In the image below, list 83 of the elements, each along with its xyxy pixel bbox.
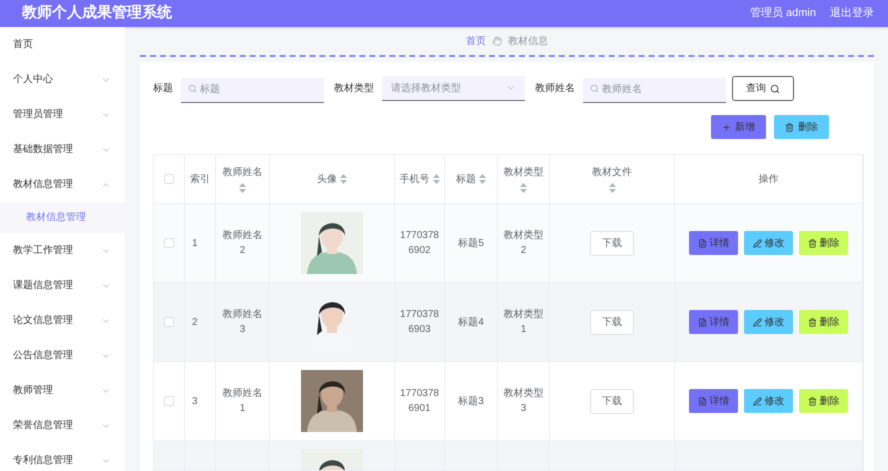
sort-icon[interactable] [340, 174, 347, 184]
edit-button[interactable]: 修改 [744, 231, 793, 255]
menu-item[interactable]: 公告信息管理 [0, 338, 125, 373]
select-all-checkbox[interactable] [164, 174, 174, 184]
pen-icon [752, 238, 762, 248]
user-name: 管理员 admin [750, 6, 816, 22]
type-cell-text: 教材类型2 [502, 228, 544, 258]
query-button[interactable]: 查询 [732, 76, 794, 101]
phone-number: 17703786901 [399, 387, 440, 416]
trash-icon [808, 238, 816, 248]
search-icon [188, 84, 197, 93]
phone-number: 17703786902 [399, 229, 440, 258]
type-cell-text: 教材类型1 [502, 308, 544, 337]
document-icon [698, 396, 706, 406]
title-cell-text: 标题4 [458, 316, 484, 330]
download-button[interactable]: 下载 [590, 388, 634, 414]
menu-item[interactable]: 专利信息管理 [0, 443, 125, 471]
filter-label: 教材类型 [334, 82, 374, 96]
column-header: 操作 [758, 172, 778, 186]
trash-icon [808, 318, 816, 326]
sort-icon[interactable] [520, 183, 527, 193]
column-header: 教材文件 [592, 166, 632, 180]
trash-icon [808, 396, 816, 406]
row-checkbox[interactable] [164, 396, 174, 406]
sort-icon[interactable] [608, 183, 616, 193]
teacher-name: 教师姓名3 [222, 308, 264, 337]
menu-item[interactable]: 教师管理 [0, 373, 125, 408]
row-checkbox[interactable] [164, 238, 174, 248]
breadcrumb-link[interactable]: 首页 [466, 34, 486, 48]
menu-item[interactable]: 教材信息管理 [0, 167, 125, 202]
filter-label: 标题 [153, 82, 173, 96]
column-header: 头像 [317, 172, 337, 186]
edit-button[interactable]: 修改 [744, 310, 793, 334]
pen-icon [752, 318, 762, 326]
pen-icon [752, 396, 762, 406]
submenu-item[interactable]: 教材信息管理 [0, 202, 125, 233]
search-field[interactable]: 教师姓名 [583, 78, 726, 102]
search-field[interactable]: 标题 [181, 78, 324, 102]
column-header: 标题 [456, 172, 476, 186]
menu-item[interactable]: 荣誉信息管理 [0, 408, 125, 443]
title-cell-text: 标题5 [458, 236, 484, 250]
column-header: 教师姓名 [222, 166, 262, 180]
app-title: 教师个人成果管理系统 [22, 3, 172, 24]
menu-item[interactable]: 论文信息管理 [0, 303, 125, 338]
phone-number: 17703786903 [399, 308, 440, 337]
breadcrumb-current: 教材信息 [508, 34, 548, 48]
delete-button[interactable]: 删除 [799, 389, 848, 413]
add-button[interactable]: 新增 [711, 115, 766, 139]
index-cell-text: 3 [192, 394, 198, 408]
type-cell-text: 教材类型3 [502, 386, 544, 416]
teacher-name: 教师姓名1 [222, 387, 264, 416]
search-icon [590, 84, 599, 93]
title-cell-text: 标题3 [458, 394, 484, 408]
menu-item[interactable]: 课题信息管理 [0, 268, 125, 303]
column-header: 索引 [190, 172, 210, 186]
menu-item[interactable]: 个人中心 [0, 62, 125, 97]
plus-icon [722, 122, 731, 132]
index-cell-text: 1 [192, 236, 198, 250]
delete-button[interactable]: 删除 [774, 115, 829, 139]
menu-item[interactable]: 管理员管理 [0, 97, 125, 132]
logout-link[interactable]: 退出登录 [830, 5, 874, 22]
search-icon [770, 84, 780, 94]
menu-item[interactable]: 基础数据管理 [0, 132, 125, 167]
sort-icon[interactable] [479, 174, 486, 184]
index-cell-text: 2 [192, 316, 198, 330]
download-button[interactable]: 下载 [590, 230, 634, 256]
trash-icon [785, 122, 794, 132]
column-header: 教材类型 [504, 166, 544, 180]
menu-item[interactable]: 教学工作管理 [0, 233, 125, 268]
menu-item[interactable]: 首页 [0, 27, 125, 62]
teacher-name: 教师姓名2 [222, 229, 264, 258]
edit-button[interactable]: 修改 [744, 389, 793, 413]
sort-icon[interactable] [239, 183, 246, 193]
row-checkbox[interactable] [164, 317, 174, 327]
delete-button[interactable]: 删除 [799, 231, 848, 255]
filter-label: 教师姓名 [535, 82, 575, 96]
document-icon [698, 318, 706, 326]
sort-icon[interactable] [432, 174, 440, 184]
column-header: 手机号 [400, 172, 430, 186]
hand-icon [492, 36, 502, 46]
document-icon [698, 238, 706, 248]
delete-button[interactable]: 删除 [799, 310, 848, 334]
download-button[interactable]: 下载 [590, 310, 634, 334]
